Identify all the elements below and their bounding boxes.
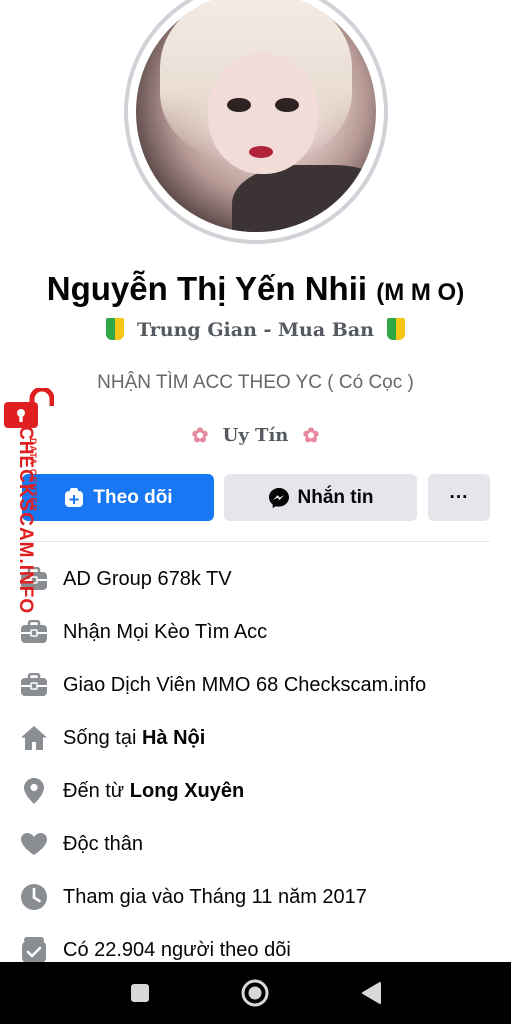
heart-icon [18,829,50,859]
beginner-mark-icon [106,318,125,340]
blossom-icon: ✿ [302,423,320,447]
triangle-back-icon [362,982,381,1004]
from-prefix: Đến từ [63,779,125,802]
blossom-icon: ✿ [191,423,209,447]
message-button-label: Nhắn tin [297,486,374,508]
home-button[interactable] [240,978,270,1008]
profile-name: Nguyễn Thị Yến Nhii (M M O) [0,270,511,308]
followers-text: Có 22.904 người theo dõi [63,938,291,961]
circle-icon [241,979,269,1007]
recent-apps-button[interactable] [125,978,155,1008]
uy-tin-text: Uy Tín [222,425,289,446]
profile-tagline: Trung Gian - Mua Ban [0,318,511,341]
profile-bio: NHẬN TÌM ACC THEO YC ( Có Cọc ) [97,372,414,393]
from-city[interactable]: Long Xuyên [130,780,244,803]
info-lives-in: Sống tại Hà Nội [18,723,205,753]
profile-avatar[interactable] [124,0,388,244]
profile-uy-tin: ✿ Uy Tín ✿ [0,423,511,447]
tagline-text: Trung Gian - Mua Ban [137,319,374,341]
info-relationship: Độc thân [18,829,143,859]
messenger-icon [268,487,289,508]
profile-name-suffix: (M M O) [376,279,465,306]
location-pin-icon [18,776,50,806]
info-work-3: Giao Dịch Viên MMO 68 Checkscam.info [18,670,426,700]
home-icon [18,723,50,753]
info-from: Đến từ Long Xuyên [18,776,244,806]
info-followers[interactable]: Có 22.904 người theo dõi [18,935,291,965]
android-navigation-bar [0,962,511,1024]
joined-text: Tham gia vào Tháng 11 năm 2017 [63,885,367,908]
clock-icon [18,882,50,912]
info-joined: Tham gia vào Tháng 11 năm 2017 [18,882,367,912]
watermark-sub-text: DATA CENTER [28,438,38,512]
relationship-text: Độc thân [63,832,144,855]
back-button[interactable] [356,978,386,1008]
briefcase-icon [18,670,50,700]
section-divider [22,541,490,542]
info-work-3-text: Giao Dịch Viên MMO 68 Checkscam.info [63,673,427,696]
info-work-1-text: AD Group 678k TV [63,567,232,590]
avatar-image [136,0,376,232]
follow-button-label: Theo dõi [93,486,173,508]
more-icon: ··· [449,486,469,508]
padlock-icon [4,388,54,428]
message-button[interactable]: Nhắn tin [224,474,417,521]
profile-name-text: Nguyễn Thị Yến Nhii [46,270,368,307]
add-friend-icon [65,487,84,507]
checkscam-watermark: CHECKSCAM.INFO DATA CENTER [0,388,58,638]
square-icon [131,984,149,1002]
followers-icon [18,935,50,965]
lives-in-city[interactable]: Hà Nội [142,727,205,750]
lives-in-prefix: Sống tại [63,726,137,749]
more-options-button[interactable]: ··· [428,474,490,521]
beginner-mark-icon [386,318,405,340]
info-work-2-text: Nhận Mọi Kèo Tìm Acc [63,620,268,643]
